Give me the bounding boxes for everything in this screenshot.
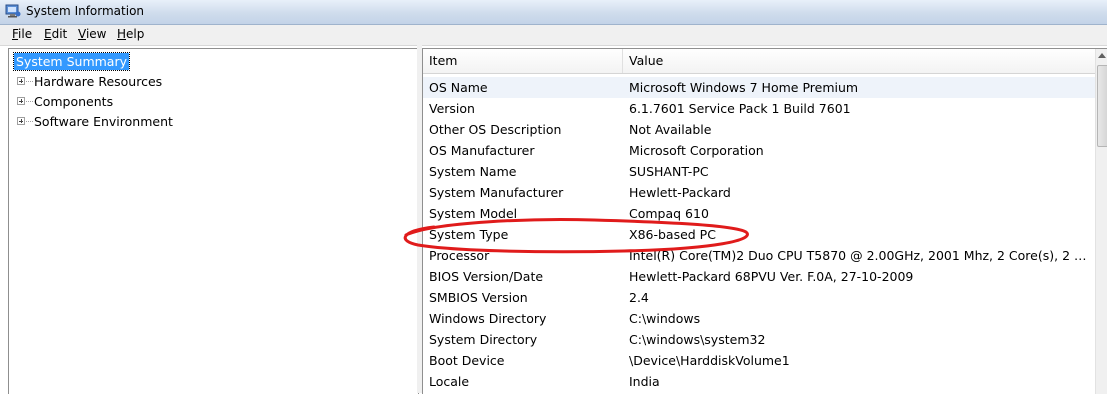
row-item: OS Name bbox=[429, 80, 488, 95]
expand-icon[interactable] bbox=[17, 97, 25, 105]
table-row[interactable]: System Model Compaq 610 bbox=[423, 203, 1095, 224]
tree-item-system-summary[interactable]: System Summary bbox=[13, 52, 130, 71]
table-row[interactable]: System Type X86-based PC bbox=[423, 224, 1095, 245]
table-row[interactable]: Other OS Description Not Available bbox=[423, 119, 1095, 140]
row-item: OS Manufacturer bbox=[429, 143, 535, 158]
row-item: Other OS Description bbox=[429, 122, 562, 137]
row-item: System Type bbox=[429, 227, 509, 242]
row-item: Locale bbox=[429, 374, 470, 389]
row-value: C:\windows bbox=[629, 311, 701, 326]
row-value: C:\windows\system32 bbox=[629, 332, 766, 347]
table-row[interactable]: BIOS Version/Date Hewlett-Packard 68PVU V… bbox=[423, 266, 1095, 287]
table-row[interactable]: Version 6.1.7601 Service Pack 1 Build 760… bbox=[423, 98, 1095, 119]
row-value: Microsoft Corporation bbox=[629, 143, 764, 158]
row-item: BIOS Version/Date bbox=[429, 269, 544, 284]
row-value: Not Available bbox=[629, 122, 712, 137]
row-value: 2.4 bbox=[629, 290, 649, 305]
row-value: SUSHANT-PC bbox=[629, 164, 709, 179]
row-value: Microsoft Windows 7 Home Premium bbox=[629, 80, 859, 95]
row-value: India bbox=[629, 374, 660, 389]
row-item: Processor bbox=[429, 248, 490, 263]
table-row[interactable]: Boot Device \Device\HarddiskVolume1 bbox=[423, 350, 1095, 371]
row-item: SMBIOS Version bbox=[429, 290, 528, 305]
row-value: X86-based PC bbox=[629, 227, 716, 242]
tree-item-label: Components bbox=[34, 94, 114, 109]
menu-help[interactable]: Help bbox=[116, 27, 145, 41]
table-row[interactable]: System Manufacturer Hewlett-Packard bbox=[423, 182, 1095, 203]
list-header: Item Value bbox=[423, 49, 1095, 74]
table-row[interactable]: System Name SUSHANT-PC bbox=[423, 161, 1095, 182]
tree-item-label: Hardware Resources bbox=[34, 74, 163, 89]
tree-item-label: Software Environment bbox=[34, 114, 173, 129]
row-item: Windows Directory bbox=[429, 311, 547, 326]
row-item: Boot Device bbox=[429, 353, 505, 368]
row-item: System Manufacturer bbox=[429, 185, 564, 200]
table-row[interactable]: System Directory C:\windows\system32 bbox=[423, 329, 1095, 350]
menu-edit[interactable]: Edit bbox=[43, 27, 68, 41]
vertical-scrollbar[interactable] bbox=[1095, 49, 1107, 394]
table-row[interactable]: Windows Directory C:\windows bbox=[423, 308, 1095, 329]
scroll-thumb[interactable] bbox=[1097, 65, 1107, 147]
scroll-up-icon[interactable] bbox=[1098, 53, 1106, 58]
system-information-icon bbox=[5, 4, 21, 18]
column-header-item[interactable]: Item bbox=[423, 49, 623, 73]
row-value: Compaq 610 bbox=[629, 206, 709, 221]
window-title: System Information bbox=[26, 4, 145, 18]
category-tree[interactable]: System Summary Hardware Resources Compon… bbox=[8, 48, 419, 394]
menu-view[interactable]: View bbox=[77, 27, 107, 41]
menu-file[interactable]: File bbox=[11, 27, 33, 41]
row-value: Hewlett-Packard 68PVU Ver. F.0A, 27-10-2… bbox=[629, 269, 914, 284]
list-rows: OS Name Microsoft Windows 7 Home Premium V… bbox=[423, 77, 1095, 392]
row-value: \Device\HarddiskVolume1 bbox=[629, 353, 790, 368]
table-row[interactable]: Locale India bbox=[423, 371, 1095, 392]
table-row[interactable]: OS Manufacturer Microsoft Corporation bbox=[423, 140, 1095, 161]
row-value: Intel(R) Core(TM)2 Duo CPU T5870 @ 2.00G… bbox=[629, 248, 1091, 263]
row-item: System Model bbox=[429, 206, 518, 221]
column-header-value[interactable]: Value bbox=[623, 49, 1095, 73]
row-item: System Name bbox=[429, 164, 517, 179]
table-row[interactable]: OS Name Microsoft Windows 7 Home Premium bbox=[423, 77, 1095, 98]
expand-icon[interactable] bbox=[17, 117, 25, 125]
title-bar: System Information bbox=[0, 0, 1107, 25]
row-item: Version bbox=[429, 101, 475, 116]
menu-bar: File Edit View Help bbox=[0, 25, 1107, 46]
row-item: System Directory bbox=[429, 332, 538, 347]
details-list: Item Value OS Name Microsoft Windows 7 Ho… bbox=[422, 48, 1107, 394]
row-value: 6.1.7601 Service Pack 1 Build 7601 bbox=[629, 101, 851, 116]
expand-icon[interactable] bbox=[17, 77, 25, 85]
table-row[interactable]: Processor Intel(R) Core(TM)2 Duo CPU T587… bbox=[423, 245, 1095, 266]
table-row[interactable]: SMBIOS Version 2.4 bbox=[423, 287, 1095, 308]
row-value: Hewlett-Packard bbox=[629, 185, 731, 200]
